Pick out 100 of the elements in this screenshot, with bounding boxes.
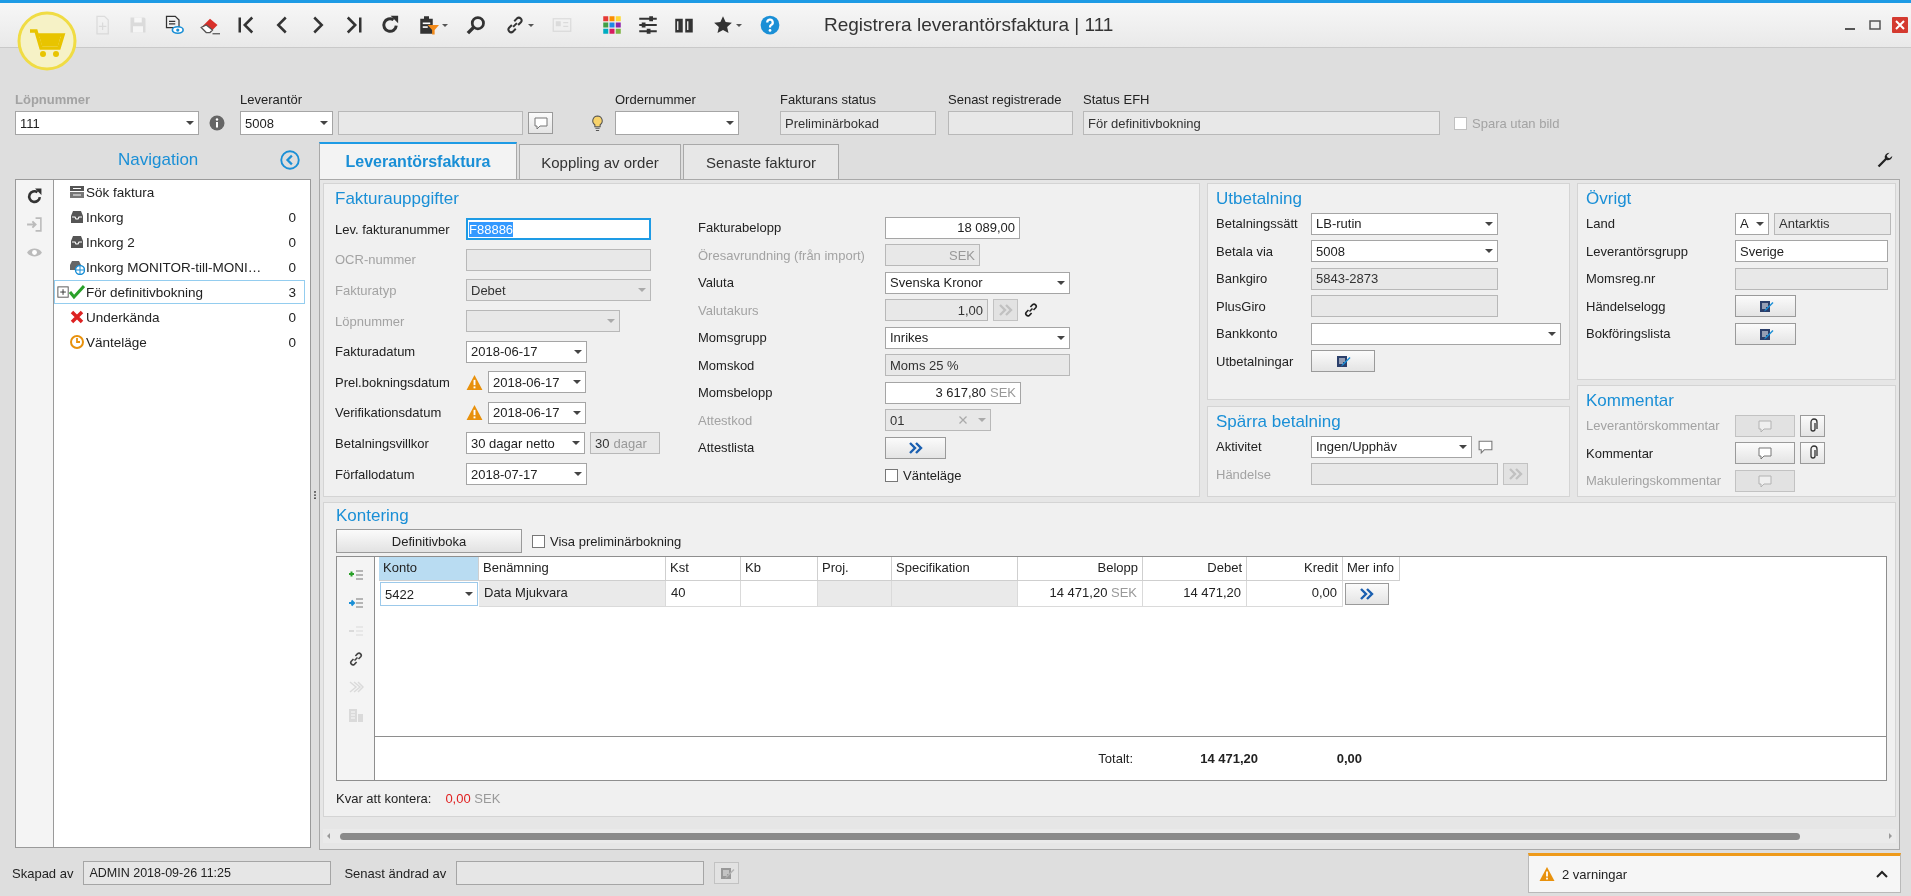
text-field[interactable] [948, 111, 1073, 135]
field-label: Makuleringskommentar [1586, 473, 1723, 489]
definitivboka-button[interactable]: Definitivboka [336, 529, 522, 553]
text-field[interactable] [1311, 463, 1498, 486]
text-field[interactable] [1735, 267, 1888, 290]
link-icon[interactable] [347, 651, 364, 667]
field-label: Attestkod [698, 412, 754, 428]
edit-button[interactable] [1311, 350, 1375, 373]
dropdown[interactable]: 2018-07-17 [466, 463, 587, 486]
help-icon [760, 15, 780, 35]
nav-item[interactable]: Inkorg 2 0 [54, 230, 305, 254]
checkbox[interactable] [532, 534, 545, 548]
column-header[interactable]: Kredit [1247, 557, 1343, 581]
nav-item[interactable]: För definitivbokning 3 [54, 280, 305, 304]
expand-icon[interactable] [56, 285, 71, 300]
dropdown[interactable]: A [1735, 212, 1769, 235]
text-field[interactable]: 3 617,80 SEK [885, 381, 1021, 404]
dropdown[interactable]: 5008 [240, 111, 333, 135]
item-label: Underkända [86, 309, 160, 325]
attach-button[interactable] [1800, 442, 1825, 465]
collapse-button[interactable] [280, 149, 300, 170]
add-row-icon[interactable] [347, 567, 364, 583]
caret-icon [1057, 280, 1065, 285]
dropdown[interactable]: 5008 [1311, 240, 1498, 263]
field-label: Löpnummer [335, 313, 406, 329]
dropdown[interactable]: Ingen/Upphäv [1311, 435, 1472, 458]
text-field[interactable] [1311, 295, 1498, 318]
insert-row-icon[interactable] [347, 595, 364, 611]
nav-item[interactable]: Sök faktura [54, 180, 305, 204]
horizontal-scrollbar[interactable] [323, 829, 1896, 843]
scrollbar-thumb[interactable] [340, 832, 1800, 840]
link-icon [504, 15, 525, 35]
text-field[interactable] [338, 111, 523, 135]
forward-button[interactable] [885, 436, 946, 459]
dropdown[interactable]: 111 [15, 111, 199, 135]
link-icon[interactable] [1023, 302, 1039, 319]
forward-button[interactable] [1345, 583, 1389, 605]
close-icon [1892, 17, 1908, 33]
text-field[interactable] [466, 248, 651, 271]
dropdown[interactable]: 2018-06-17 [488, 401, 586, 424]
column-header[interactable]: Kst [666, 557, 741, 581]
column-header[interactable]: Benämning [479, 557, 666, 581]
item-count: 0 [288, 334, 296, 350]
dropdown[interactable]: 30 dagar netto [466, 432, 585, 455]
remaining-value: 0,00 SEK [445, 791, 501, 806]
text-field[interactable] [456, 861, 705, 885]
column-header[interactable]: Belopp [1018, 557, 1143, 581]
cabinet-icon [69, 184, 85, 200]
speech-bubble-icon[interactable] [1477, 438, 1494, 456]
text-field[interactable]: 30 dagar [590, 432, 660, 455]
column-header[interactable]: Proj. [818, 557, 892, 581]
close-button[interactable] [1892, 17, 1908, 33]
column-header[interactable]: Debet [1143, 557, 1247, 581]
dropdown[interactable]: Inrikes [885, 326, 1070, 349]
column-header[interactable]: Specifikation [892, 557, 1018, 581]
comment-button[interactable] [528, 112, 553, 134]
text-field[interactable]: 1,00 [885, 299, 988, 322]
edit-button[interactable] [1735, 295, 1796, 318]
warning-icon [466, 373, 483, 391]
nav-item[interactable]: Underkända 0 [54, 305, 305, 329]
dropdown[interactable]: 2018-06-17 [488, 371, 586, 394]
checkbox[interactable] [885, 468, 898, 482]
text-field[interactable]: Antarktis [1774, 212, 1891, 235]
dropdown[interactable]: 01 [885, 409, 991, 432]
wrench-icon[interactable] [1876, 150, 1894, 169]
dropdown[interactable] [1311, 322, 1561, 345]
lightbulb-icon[interactable] [589, 114, 606, 132]
column-header[interactable]: Mer info [1343, 557, 1400, 581]
tab[interactable]: Koppling av order [519, 144, 681, 179]
warning-icon [1539, 866, 1555, 882]
section-title: Övrigt [1586, 188, 1633, 210]
text-field[interactable]: 18 089,00 [885, 216, 1020, 239]
text-field[interactable]: Preliminärbokad [780, 111, 936, 135]
text-field[interactable]: Sverige [1735, 240, 1888, 263]
nav-item[interactable]: Vänteläge 0 [54, 330, 305, 354]
column-header[interactable]: Konto [379, 557, 479, 581]
attach-button[interactable] [1800, 414, 1825, 437]
comment-button[interactable] [1735, 442, 1795, 465]
table-cell: 14 471,20 SEK [1018, 581, 1143, 607]
field-label: Lev. fakturanummer [335, 221, 451, 237]
tab[interactable]: Senaste fakturor [683, 144, 839, 179]
item-count: 3 [288, 284, 296, 300]
edit-button[interactable] [1735, 322, 1796, 345]
warning-icon [466, 404, 483, 422]
text-field[interactable]: Moms 25 % [885, 354, 1070, 377]
refresh-icon[interactable] [26, 188, 43, 205]
dropdown[interactable]: 2018-06-17 [466, 340, 587, 363]
nav-item[interactable]: Inkorg 0 [54, 205, 305, 229]
dropdown[interactable]: LB-rutin [1311, 212, 1498, 235]
warnings-panel[interactable]: 2 varningar [1528, 853, 1901, 893]
dropdown[interactable]: 5422 [380, 582, 478, 606]
nav-item[interactable]: Inkorg MONITOR-till-MONI… 0 [54, 255, 305, 279]
text-field[interactable]: För definitivbokning [1083, 111, 1440, 135]
text-field[interactable]: 5843-2873 [1311, 267, 1498, 290]
dropdown[interactable]: Debet [466, 279, 651, 302]
dropdown[interactable] [615, 111, 739, 135]
dropdown[interactable]: Svenska Kronor [885, 271, 1070, 294]
maximize-button[interactable] [1867, 17, 1883, 33]
column-header[interactable]: Kb [741, 557, 818, 581]
text-field[interactable]: ADMIN 2018-09-26 11:25 [83, 861, 332, 885]
